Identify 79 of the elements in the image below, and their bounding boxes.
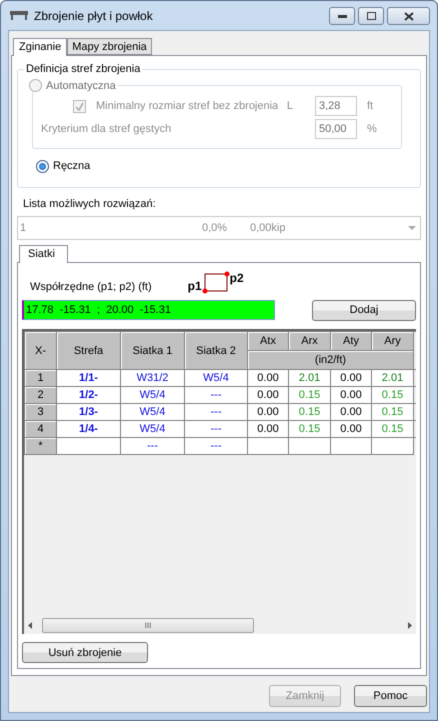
- table-cell: 1/2-: [56, 386, 120, 404]
- table-cell: 0.00: [248, 370, 288, 386]
- point-label: p2: [230, 271, 244, 285]
- column-header: Strefa: [56, 332, 120, 370]
- table-cell: 0.00: [330, 386, 372, 404]
- row-header[interactable]: 1: [24, 370, 56, 386]
- table-cell: 0.00: [248, 420, 288, 438]
- rectangle-diagram-icon: [202, 271, 230, 295]
- row-header[interactable]: 3: [24, 404, 56, 420]
- tab[interactable]: Mapy zbrojenia: [67, 38, 152, 55]
- table-cell: 0.15: [372, 386, 414, 404]
- row-header[interactable]: 2: [24, 386, 56, 404]
- row-header[interactable]: 4: [24, 420, 56, 438]
- option-label: Minimalny rozmiar stref bez zbrojenia: [96, 100, 278, 112]
- minimize-button[interactable]: [329, 7, 355, 25]
- unit-header: (in2/ft): [248, 350, 414, 370]
- table-cell: W5/4: [184, 370, 248, 386]
- table-cell: W5/4: [120, 404, 184, 420]
- table-cell: 0.15: [288, 420, 330, 438]
- scroll-right-icon[interactable]: [408, 622, 412, 629]
- column-header: Ary: [372, 332, 414, 350]
- table-cell: 1/1-: [56, 370, 120, 386]
- table-cell: [56, 438, 120, 454]
- column-header: Arx: [288, 332, 330, 350]
- unit-label: %: [367, 123, 377, 135]
- column-header: Atx: [248, 332, 288, 350]
- column-header: Siatka 1: [120, 332, 184, 370]
- table-cell: 2.01: [372, 370, 414, 386]
- table-cell: ---: [184, 404, 248, 420]
- app-icon: [10, 10, 28, 20]
- radio-button[interactable]: Ręczna: [36, 160, 90, 172]
- row-header[interactable]: *: [24, 438, 56, 454]
- group-title: Definicja stref zbrojenia: [25, 63, 142, 75]
- column-header: Siatka 2: [184, 332, 248, 370]
- remove-button[interactable]: Usuń zbrojenie: [22, 642, 148, 663]
- point-label: p1: [188, 279, 202, 293]
- table-cell: 0.00: [330, 404, 372, 420]
- table-cell: ---: [120, 438, 184, 454]
- table-cell: W5/4: [120, 386, 184, 404]
- column-header: Aty: [330, 332, 372, 350]
- table-cell: W31/2: [120, 370, 184, 386]
- dialog-button[interactable]: Pomoc: [354, 685, 427, 707]
- window-title: Zbrojenie płyt i powłok: [34, 8, 153, 22]
- table-cell: 0.00: [330, 420, 372, 438]
- coordinates-field[interactable]: 17.78 -15.31 ; 20.00 -15.31: [22, 300, 275, 320]
- table-cell: 0.00: [248, 386, 288, 404]
- table-cell: W5/4: [120, 420, 184, 438]
- table-cell: 0.15: [372, 420, 414, 438]
- symbol-label: L: [286, 100, 293, 112]
- coordinates-label: Współrzędne (p1; p2) (ft): [30, 281, 152, 293]
- table-cell: ---: [184, 420, 248, 438]
- table-cell: 1/4-: [56, 420, 120, 438]
- list-label: Lista możliwych rozwiązań:: [23, 198, 156, 210]
- scroll-left-icon[interactable]: [28, 622, 32, 629]
- minimize-icon: [338, 14, 346, 18]
- close-icon: [404, 12, 414, 20]
- tab[interactable]: Zginanie: [13, 38, 68, 56]
- dropdown-arrow-icon: [408, 226, 416, 230]
- option-label: Kryterium dla stref gęstych: [41, 123, 172, 135]
- table-cell: 1/3-: [56, 404, 120, 420]
- tab[interactable]: Siatki: [19, 245, 68, 263]
- column-header: X-: [24, 332, 56, 370]
- table-cell: [248, 438, 288, 454]
- add-button[interactable]: Dodaj: [312, 300, 416, 320]
- table-cell: 0.15: [372, 404, 414, 420]
- table-cell: 2.01: [288, 370, 330, 386]
- table-cell: ---: [184, 386, 248, 404]
- unit-label: ft: [367, 100, 374, 112]
- table-cell: [330, 438, 372, 454]
- table-cell: 0.00: [330, 370, 372, 386]
- table-cell: [288, 438, 330, 454]
- close-button[interactable]: [387, 7, 430, 25]
- table-cell: ---: [184, 438, 248, 454]
- table-cell: [372, 438, 414, 454]
- table-cell: 0.15: [288, 404, 330, 420]
- maximize-button[interactable]: [358, 7, 384, 25]
- table-cell: 0.15: [288, 386, 330, 404]
- maximize-icon: [366, 12, 376, 20]
- table-cell: 0.00: [248, 404, 288, 420]
